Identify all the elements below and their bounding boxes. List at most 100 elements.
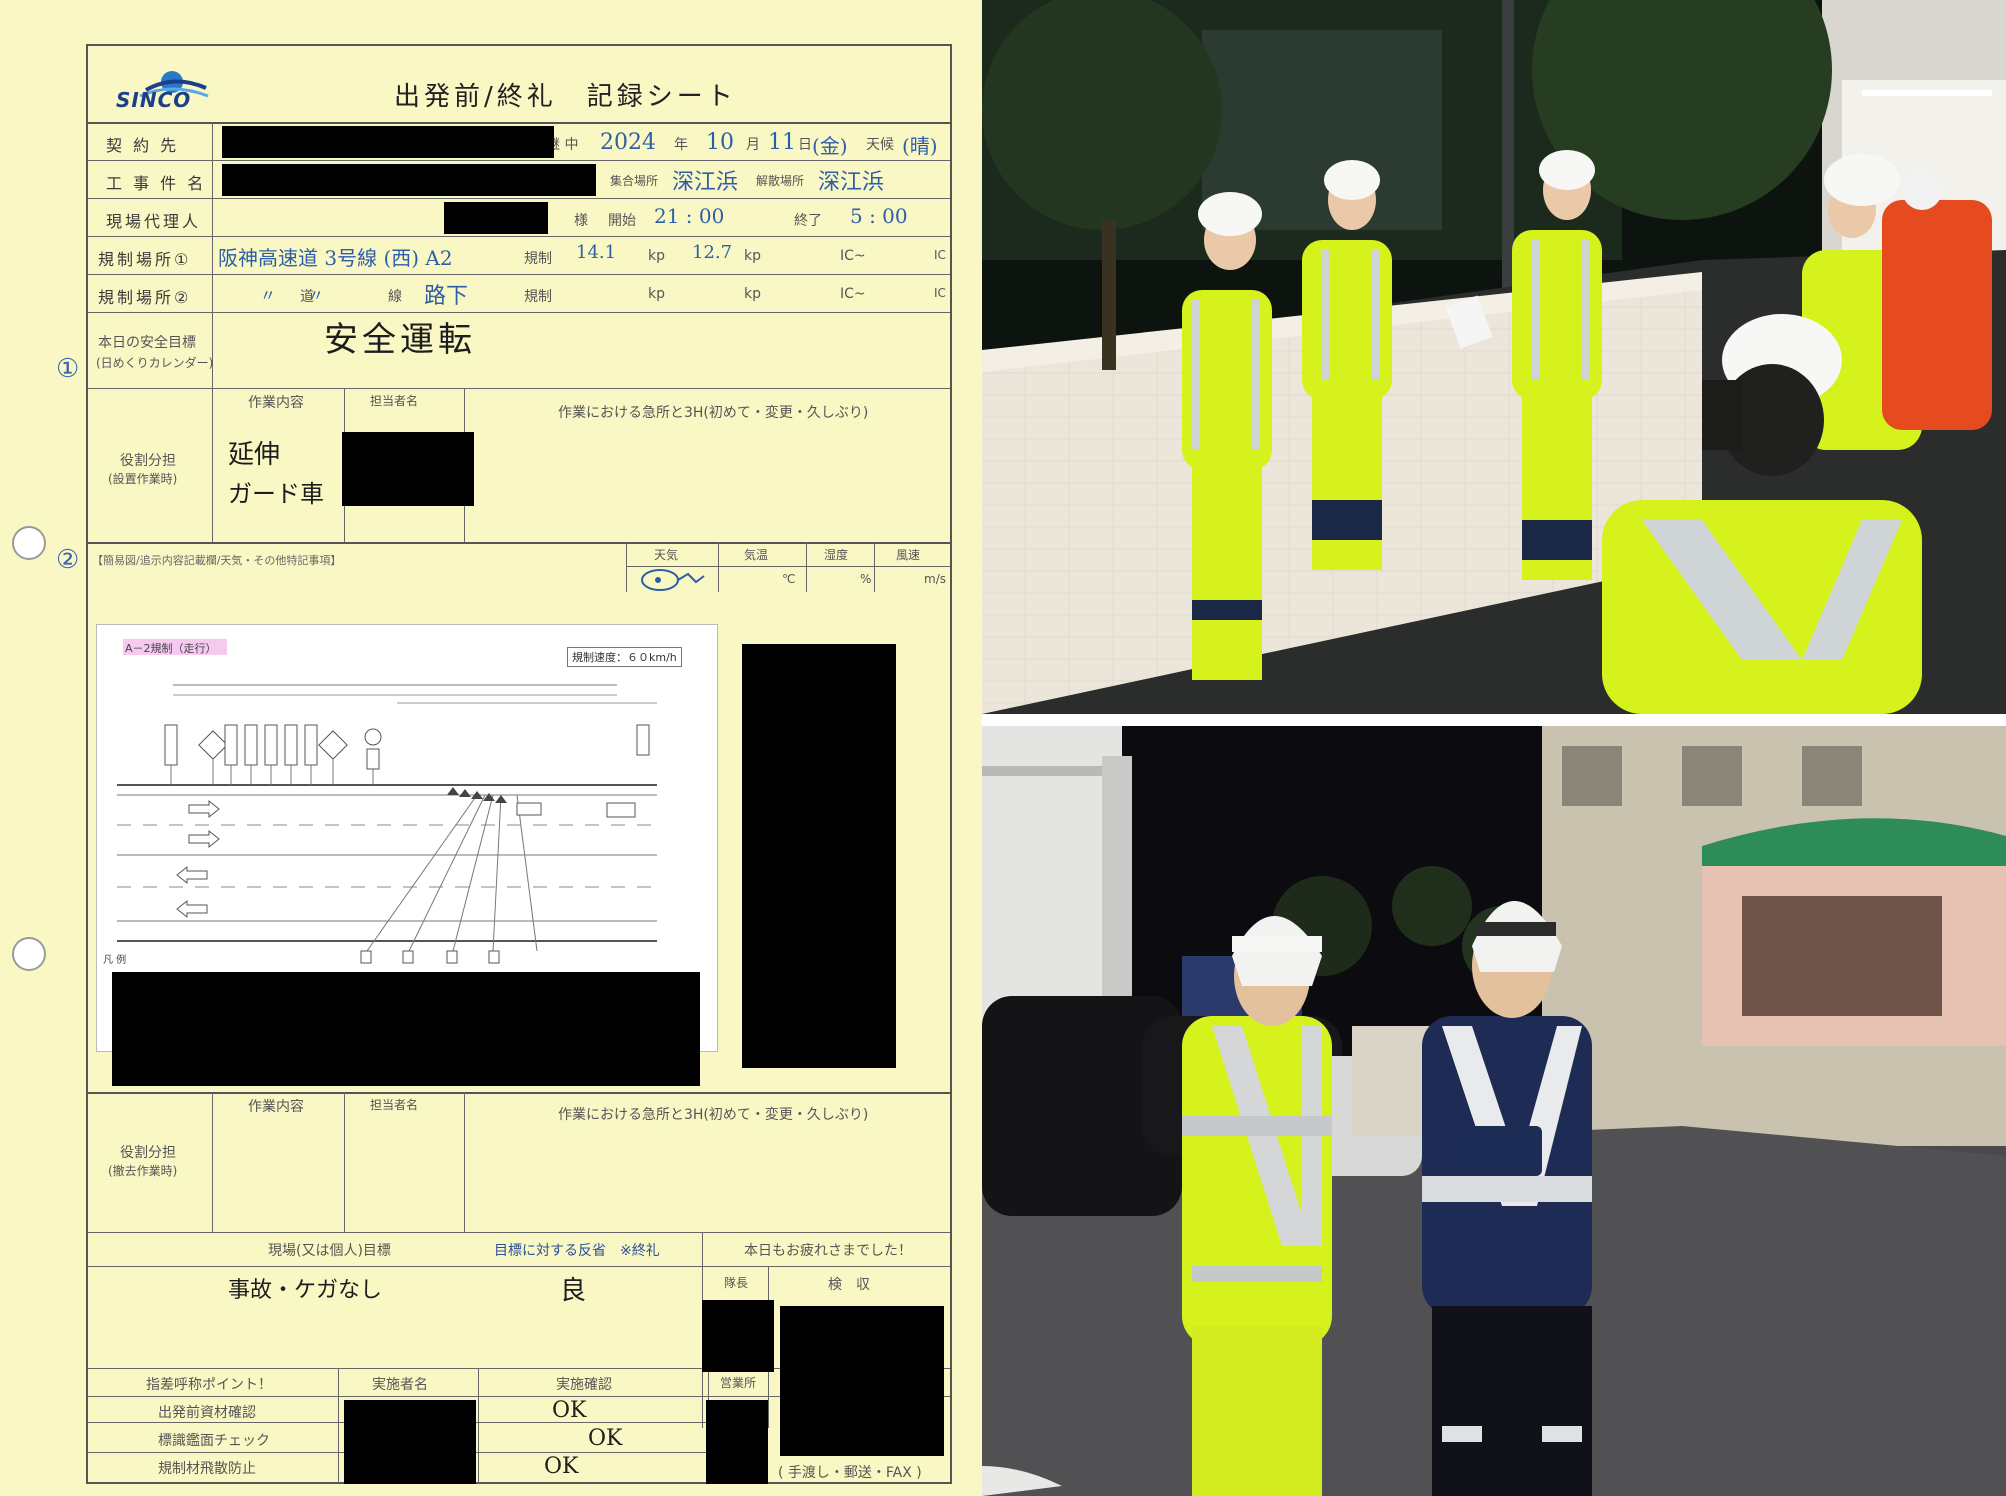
hw-weather: (晴) <box>902 134 938 158</box>
redaction-diagram-bottom <box>112 972 700 1086</box>
label-kp-3: kp <box>648 286 665 302</box>
photo-briefing-group <box>982 0 2006 714</box>
label-line: 線 <box>388 289 402 305</box>
diagram-legend: 凡 例 <box>103 955 127 966</box>
label-work-content: 作業内容 <box>248 395 304 411</box>
sinco-logo: SINCO <box>116 66 212 112</box>
label-humidity-col: 湿度 <box>824 548 849 562</box>
hw-safety-goal: 安全運転 <box>324 320 476 360</box>
label-dismiss-place: 解散場所 <box>756 174 805 188</box>
binder-hole-top <box>12 526 46 560</box>
hw-day-of-week: (金) <box>812 134 848 158</box>
label-kp-2: kp <box>744 248 761 264</box>
label-start: 開始 <box>608 213 636 229</box>
redaction-person-setup <box>342 432 474 506</box>
redaction-leader <box>702 1300 774 1372</box>
hw-role-2: ガード車 <box>228 480 324 508</box>
label-key-points: 作業における急所と3H(初めて・変更・久しぶり) <box>558 405 869 421</box>
hw-reflection: 良 <box>560 1276 587 1306</box>
label-person: 担当者名 <box>370 394 419 408</box>
hw-dismiss-place: 深江浜 <box>818 170 885 195</box>
hw-role-1: 延伸 <box>228 440 281 470</box>
label-project: 工 事 件 名 <box>106 174 207 193</box>
label-role-removal-sub: (撤去作業時) <box>108 1164 178 1178</box>
label-thanks: 本日もお疲れさまでした！ <box>744 1243 912 1259</box>
hw-route-1: 阪神高速道 3号線 (西) A2 <box>218 246 453 270</box>
label-delivery: ( 手渡し・郵送・FAX ) <box>778 1465 922 1481</box>
document-title: 出発前/終礼 記録シート <box>394 82 737 112</box>
hw-route-2-marks: 〃 〃 <box>260 286 325 305</box>
label-safety-goal: 本日の安全目標 <box>98 335 196 351</box>
hw-ok-3: OK <box>544 1454 579 1479</box>
label-check-1: 出発前資材確認 <box>158 1405 256 1421</box>
circle-mark-2: ② <box>56 545 80 575</box>
label-ic-2-end: IC <box>934 286 946 300</box>
label-key-points-2: 作業における急所と3H(初めて・変更・久しぶり) <box>558 1107 869 1123</box>
label-day: 日 <box>798 137 812 153</box>
label-kp-1: kp <box>648 248 665 264</box>
label-contractor: 契 約 先 <box>106 136 180 155</box>
photo-instruction-pair <box>982 726 2006 1496</box>
logo-text: SINCO <box>116 88 192 112</box>
redaction-contractor <box>222 126 554 158</box>
label-regulation-kp-2: 規制 <box>524 289 552 305</box>
label-site-agent: 現場代理人 <box>106 212 202 231</box>
diagram-speed: 規制速度：６０km/h <box>567 647 682 667</box>
label-regulation-kp: 規制 <box>524 251 552 267</box>
label-ic-1-end: IC <box>934 248 946 262</box>
label-regulation-1: 規制場所① <box>98 250 192 269</box>
label-temp-unit: ℃ <box>782 572 796 586</box>
label-role-removal: 役割分担 <box>120 1145 176 1161</box>
label-kp-4: kp <box>744 286 761 302</box>
instruction-pair-scene <box>982 726 2006 1496</box>
label-wind-unit: m/s <box>924 572 946 586</box>
label-site-goal: 現場(又は個人)目標 <box>268 1243 391 1259</box>
redaction-implementer <box>344 1400 476 1484</box>
label-leader: 隊長 <box>724 1276 749 1290</box>
label-weather-col: 天気 <box>654 548 679 562</box>
label-reflection: 目標に対する反省 ※終礼 <box>494 1243 660 1259</box>
label-work-content-2: 作業内容 <box>248 1099 304 1115</box>
label-meeting-place: 集合場所 <box>610 174 659 188</box>
label-safety-goal-sub: (日めくりカレンダー) <box>96 356 214 370</box>
circle-mark-1: ① <box>56 354 80 384</box>
label-humidity-unit: % <box>860 572 872 586</box>
redaction-diagram-note <box>742 644 896 1068</box>
diagram-tag: A－2規制（走行） <box>125 642 217 655</box>
hw-route-2-dir: 路下 <box>424 284 469 309</box>
label-year: 年 <box>674 137 688 153</box>
label-pointing-call: 指差呼称ポイント！ <box>146 1377 272 1393</box>
redaction-inspection <box>780 1306 944 1456</box>
label-inspection: 検 収 <box>828 1277 870 1293</box>
form-sheet: SINCO 出発前/終礼 記録シート 契 約 先 工 事 件 名 現場代理人 規… <box>86 44 952 1484</box>
label-role-setup-sub: (設置作業時) <box>108 472 178 486</box>
label-role-setup: 役割分担 <box>120 453 176 469</box>
hw-date-month: 10 <box>706 130 734 155</box>
label-regulation-2: 規制場所② <box>98 288 192 307</box>
hw-ok-2: OK <box>588 1426 623 1451</box>
hw-date-day: 11 <box>768 130 796 155</box>
record-sheet-document: ① ② SINCO 出発前/終礼 記録シート 契 約 先 工 事 件 名 現場代… <box>0 0 982 1496</box>
label-ic-1: IC~ <box>840 248 866 264</box>
redaction-office <box>706 1400 768 1484</box>
label-confirmation: 実施確認 <box>556 1377 612 1393</box>
label-month: 月 <box>746 137 760 153</box>
label-end: 終了 <box>794 213 822 229</box>
label-sama: 様 <box>574 213 588 229</box>
label-check-2: 標識鑑面チェック <box>158 1433 270 1449</box>
label-road: 道 <box>300 289 314 305</box>
hw-site-goal: 事故・ケガなし <box>228 1278 383 1303</box>
hw-kp-to: 12.7 <box>692 242 733 263</box>
label-person-2: 担当者名 <box>370 1098 419 1112</box>
label-wind-col: 風速 <box>896 548 921 562</box>
label-weather: 天候 <box>866 137 894 153</box>
hw-kp-from: 14.1 <box>576 242 617 263</box>
redaction-project <box>222 164 596 196</box>
binder-hole-bottom <box>12 937 46 971</box>
redaction-agent <box>444 202 548 234</box>
label-ic-2: IC~ <box>840 286 866 302</box>
weather-symbol-icon <box>641 569 705 591</box>
hw-ok-1: OK <box>552 1398 587 1423</box>
briefing-group-scene <box>982 0 2006 714</box>
label-office: 営業所 <box>720 1376 757 1390</box>
